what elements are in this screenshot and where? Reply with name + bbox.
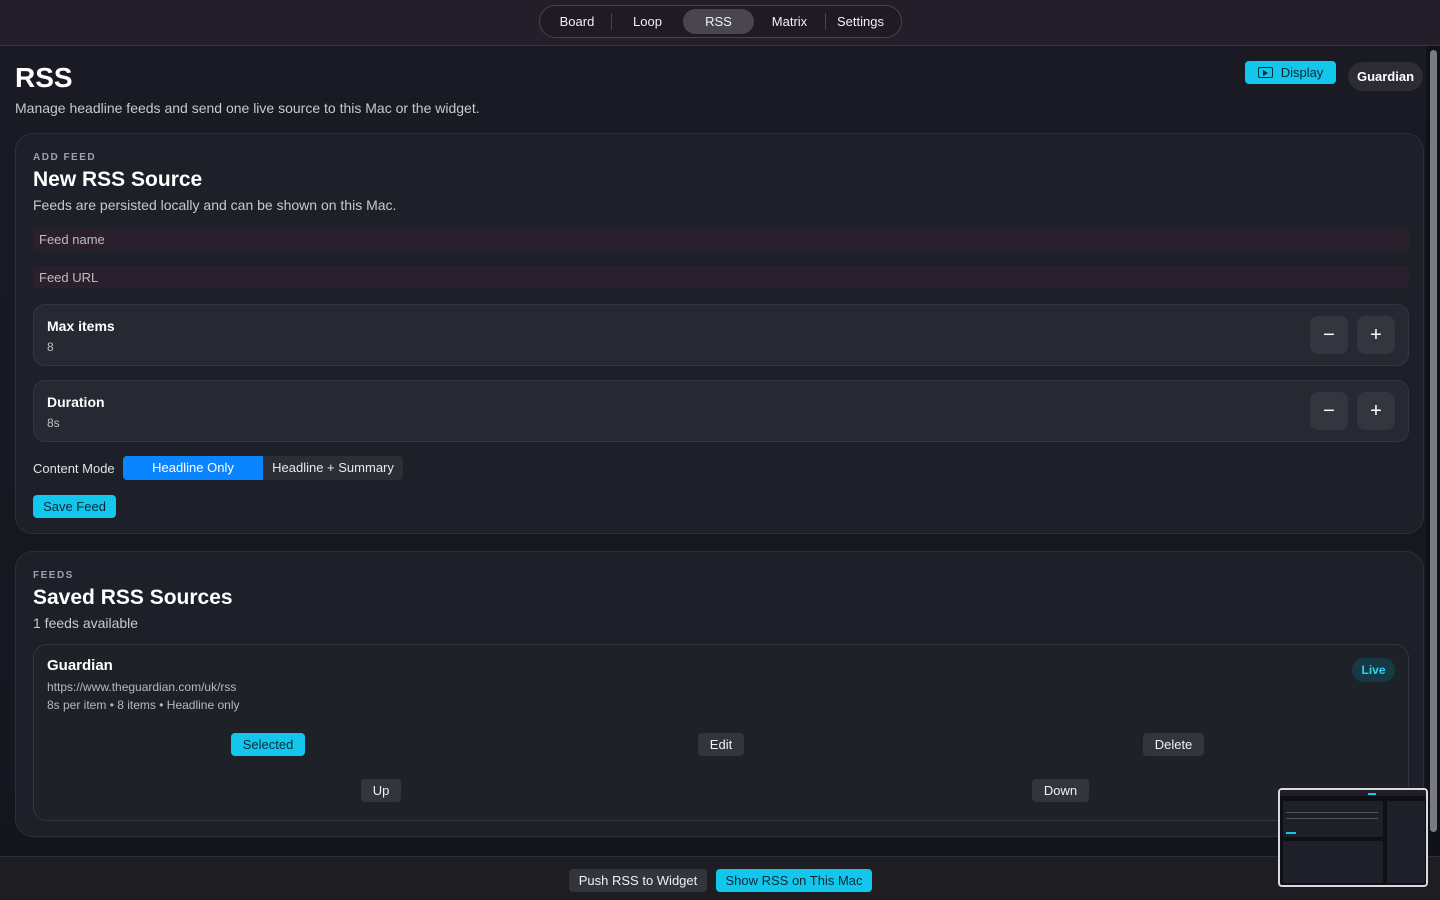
bottom-action-bar: Push RSS to Widget Show RSS on This Mac bbox=[0, 856, 1440, 900]
max-items-label: Max items bbox=[47, 318, 115, 334]
tab-loop[interactable]: Loop bbox=[612, 9, 683, 34]
display-icon bbox=[1257, 67, 1273, 78]
save-feed-button[interactable]: Save Feed bbox=[33, 495, 116, 518]
max-items-increment-button[interactable]: + bbox=[1357, 316, 1395, 354]
feed-url: https://www.theguardian.com/uk/rss bbox=[47, 680, 237, 694]
feeds-eyebrow: FEEDS bbox=[33, 570, 74, 581]
content-mode-headline-summary[interactable]: Headline + Summary bbox=[263, 456, 403, 480]
max-items-stepper: Max items 8 − + bbox=[33, 304, 1409, 366]
selected-button[interactable]: Selected bbox=[231, 733, 305, 756]
thumbnail-line bbox=[1286, 818, 1378, 819]
duration-stepper: Duration 8s − + bbox=[33, 380, 1409, 442]
display-button-label: Display bbox=[1280, 65, 1324, 80]
feed-name: Guardian bbox=[47, 657, 113, 674]
move-down-button[interactable]: Down bbox=[1032, 779, 1089, 802]
thumbnail-panel bbox=[1283, 801, 1383, 837]
thumbnail-topbar bbox=[1280, 790, 1426, 796]
feed-meta: 8s per item • 8 items • Headline only bbox=[47, 698, 240, 712]
feed-url-input[interactable] bbox=[33, 266, 1409, 289]
add-feed-eyebrow: ADD FEED bbox=[33, 152, 97, 163]
show-rss-on-mac-button[interactable]: Show RSS on This Mac bbox=[716, 869, 872, 892]
add-feed-panel: ADD FEED New RSS Source Feeds are persis… bbox=[15, 133, 1424, 534]
page-title: RSS bbox=[15, 62, 73, 93]
display-button[interactable]: Display bbox=[1245, 61, 1336, 84]
delete-button[interactable]: Delete bbox=[1143, 733, 1204, 756]
tab-board[interactable]: Board bbox=[543, 9, 611, 34]
content-mode-segmented-control: Headline Only Headline + Summary bbox=[123, 456, 403, 480]
scrollbar-thumb[interactable] bbox=[1430, 50, 1437, 832]
thumbnail-line bbox=[1286, 812, 1378, 813]
duration-increment-button[interactable]: + bbox=[1357, 392, 1395, 430]
edit-button[interactable]: Edit bbox=[698, 733, 744, 756]
feed-card: Guardian https://www.theguardian.com/uk/… bbox=[33, 644, 1409, 821]
screenshot-thumbnail[interactable] bbox=[1278, 788, 1428, 887]
page-subtitle: Manage headline feeds and send one live … bbox=[15, 100, 480, 116]
thumbnail-panel bbox=[1387, 801, 1425, 883]
vertical-scrollbar[interactable] bbox=[1426, 46, 1440, 856]
add-feed-subtitle: Feeds are persisted locally and can be s… bbox=[33, 197, 397, 213]
duration-label: Duration bbox=[47, 394, 105, 410]
tab-matrix[interactable]: Matrix bbox=[754, 9, 825, 34]
thumbnail-panel bbox=[1283, 841, 1383, 883]
tab-settings[interactable]: Settings bbox=[826, 9, 895, 34]
duration-value: 8s bbox=[47, 416, 60, 430]
move-up-button[interactable]: Up bbox=[361, 779, 401, 802]
feeds-panel: FEEDS Saved RSS Sources 1 feeds availabl… bbox=[15, 551, 1424, 837]
max-items-decrement-button[interactable]: − bbox=[1310, 316, 1348, 354]
content-mode-headline-only[interactable]: Headline Only bbox=[123, 456, 263, 480]
feeds-title: Saved RSS Sources bbox=[33, 586, 233, 609]
top-bar: Board Loop RSS Matrix Settings bbox=[0, 0, 1440, 46]
feed-name-input[interactable] bbox=[33, 228, 1409, 251]
duration-decrement-button[interactable]: − bbox=[1310, 392, 1348, 430]
thumbnail-button bbox=[1368, 793, 1376, 795]
add-feed-title: New RSS Source bbox=[33, 168, 203, 191]
tab-rss[interactable]: RSS bbox=[683, 9, 754, 34]
live-badge: Live bbox=[1352, 658, 1395, 682]
content-mode-label: Content Mode bbox=[33, 461, 115, 476]
nav-tabs: Board Loop RSS Matrix Settings bbox=[539, 5, 902, 38]
max-items-value: 8 bbox=[47, 340, 54, 354]
push-rss-to-widget-button[interactable]: Push RSS to Widget bbox=[569, 869, 707, 892]
feeds-count: 1 feeds available bbox=[33, 615, 139, 631]
thumbnail-button bbox=[1286, 832, 1296, 834]
active-source-chip[interactable]: Guardian bbox=[1348, 62, 1423, 91]
